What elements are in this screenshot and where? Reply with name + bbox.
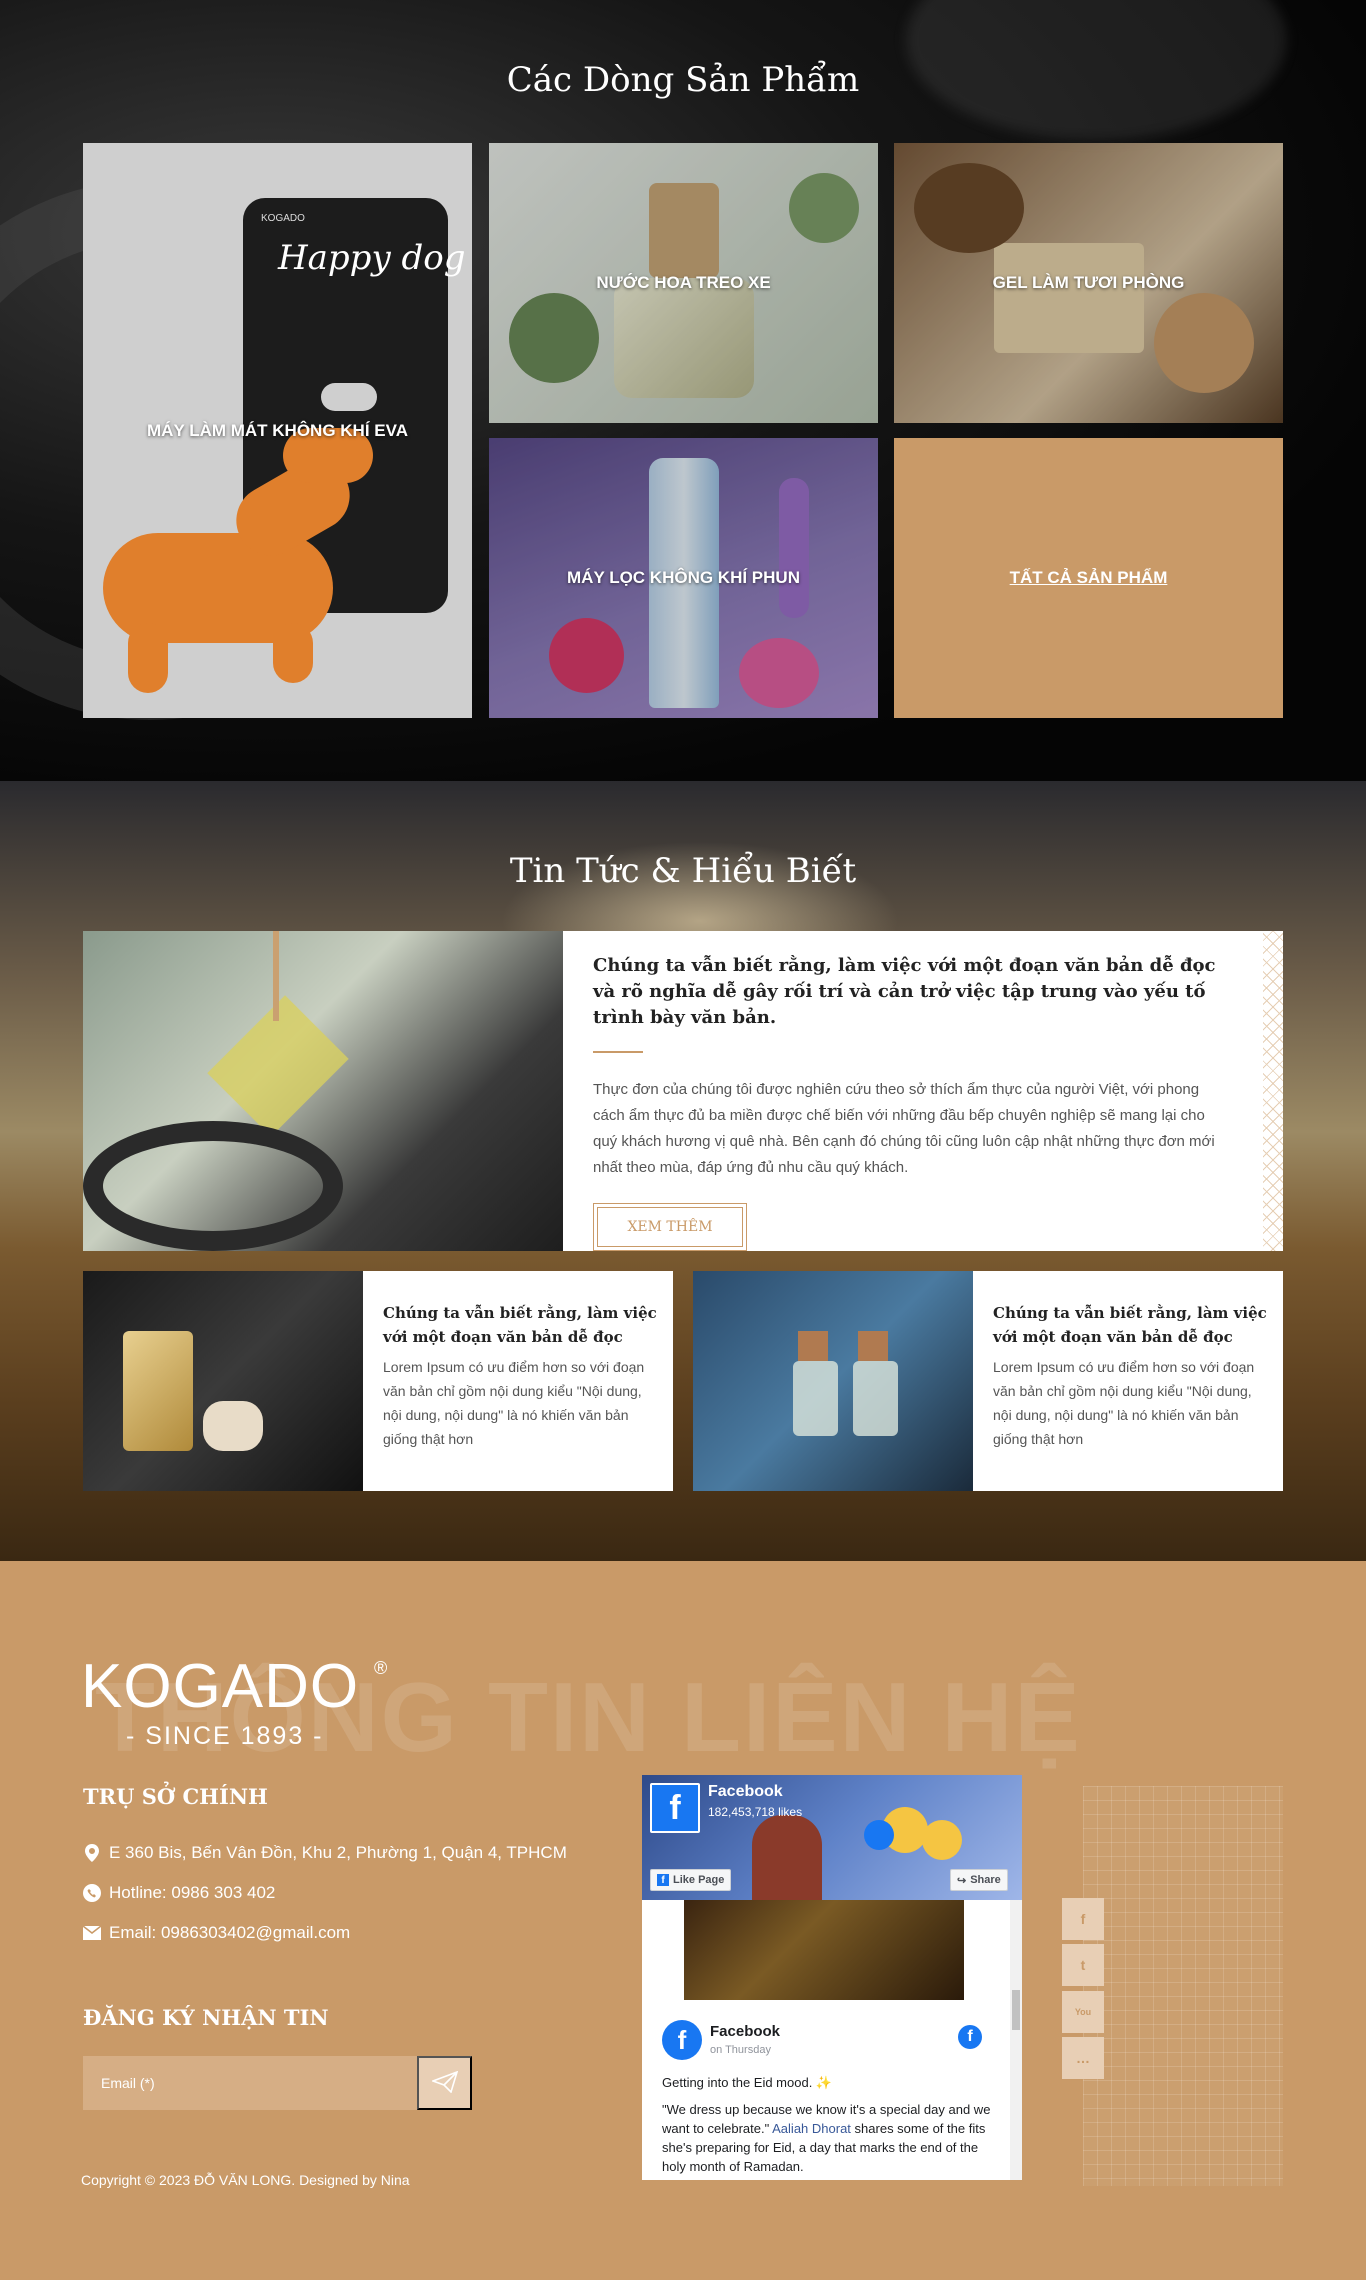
news-card-image[interactable]: [83, 1271, 363, 1491]
facebook-icon[interactable]: f: [1062, 1898, 1104, 1940]
product-tile-car-perfume[interactable]: NƯỚC HOA TREO XE: [489, 143, 878, 423]
brand-logo[interactable]: KOGADO ® - SINCE 1893 -: [81, 1652, 387, 1751]
facebook-post-body: "We dress up because we know it's a spec…: [662, 2102, 991, 2174]
facebook-icon[interactable]: f: [958, 2025, 982, 2049]
decorative-border: [1263, 931, 1283, 1251]
email-row: Email: 0986303402@gmail.com: [83, 1923, 350, 1943]
product-label-eva: MÁY LÀM MÁT KHÔNG KHÍ EVA: [147, 420, 408, 440]
address-text: E 360 Bis, Bến Vân Đồn, Khu 2, Phường 1,…: [109, 1843, 567, 1862]
copyright-text: Copyright © 2023 ĐỖ VĂN LONG. Designed b…: [81, 2172, 410, 2188]
phone-icon: [83, 1884, 101, 1902]
facebook-post-avatar[interactable]: f: [662, 2020, 702, 2060]
facebook-post-link[interactable]: Aaliah Dhorat: [772, 2121, 851, 2136]
address-row: E 360 Bis, Bến Vân Đồn, Khu 2, Phường 1,…: [83, 1843, 567, 1863]
newsletter-email-input[interactable]: Email (*): [83, 2056, 417, 2110]
facebook-scrollbar-thumb[interactable]: [1012, 1990, 1020, 2030]
featured-article-text: Thực đơn của chúng tôi được nghiên cứu t…: [593, 1081, 1215, 1176]
package-title: Happy dog: [278, 238, 466, 278]
facebook-page-name[interactable]: Facebook: [708, 1783, 783, 1801]
logo-since: - SINCE 1893 -: [126, 1722, 324, 1750]
facebook-small-icon: f: [657, 1874, 669, 1886]
read-more-button[interactable]: XEM THÊM: [593, 1203, 747, 1251]
all-products-label: TẤT CẢ SẢN PHẨM: [1009, 568, 1168, 587]
all-products-link[interactable]: TẤT CẢ SẢN PHẨM: [894, 438, 1283, 718]
product-tile-room-gel[interactable]: GEL LÀM TƯƠI PHÒNG: [894, 143, 1283, 423]
featured-article-title[interactable]: Chúng ta vẫn biết rằng, làm việc với một…: [593, 953, 1233, 1031]
product-label-air-spray: MÁY LỌC KHÔNG KHÍ PHUN: [567, 568, 800, 587]
news-card-title[interactable]: Chúng ta vẫn biết rằng, làm việc với một…: [383, 1301, 663, 1349]
facebook-post-media[interactable]: [684, 1900, 964, 2000]
facebook-share-button[interactable]: ↪ Share: [950, 1869, 1008, 1891]
send-icon: [430, 2070, 458, 2096]
chat-icon[interactable]: …: [1062, 2037, 1104, 2079]
mail-icon: [83, 1924, 101, 1942]
decorative-grid: [1083, 1786, 1283, 2186]
news-card: Chúng ta vẫn biết rằng, làm việc với một…: [693, 1271, 1283, 1491]
products-section: Các Dòng Sản Phẩm KOGADO Happy dog MÁY L…: [0, 0, 1366, 781]
hq-title: TRỤ SỞ CHÍNH: [83, 1784, 268, 1809]
youtube-icon[interactable]: You: [1062, 1991, 1104, 2033]
logo-registered: ®: [374, 1658, 388, 1678]
news-card-text: Lorem Ipsum có ưu điểm hơn so với đoạn v…: [993, 1359, 1255, 1447]
facebook-like-page-button[interactable]: f Like Page: [650, 1869, 732, 1891]
facebook-likes: 182,453,718 likes: [708, 1805, 803, 1819]
map-pin-icon: [83, 1844, 101, 1862]
product-tile-air-spray[interactable]: MÁY LỌC KHÔNG KHÍ PHUN: [489, 438, 878, 718]
news-card-image[interactable]: [693, 1271, 973, 1491]
facebook-scrollbar[interactable]: [1010, 1900, 1022, 2180]
news-card-text: Lorem Ipsum có ưu điểm hơn so với đoạn v…: [383, 1359, 645, 1447]
package-brand: KOGADO: [261, 213, 305, 224]
hotline-row: Hotline: 0986 303 402: [83, 1883, 275, 1903]
logo-name: KOGADO: [81, 1652, 360, 1721]
news-card-title[interactable]: Chúng ta vẫn biết rằng, làm việc với một…: [993, 1301, 1273, 1349]
featured-article: Chúng ta vẫn biết rằng, làm việc với một…: [83, 931, 1283, 1251]
facebook-post-line1: Getting into the Eid mood. ✨: [662, 2075, 833, 2090]
products-title: Các Dòng Sản Phẩm: [506, 60, 860, 100]
facebook-page-widget[interactable]: f Facebook 182,453,718 likes f Like Page…: [642, 1775, 1022, 2180]
share-icon: ↪: [957, 1874, 967, 1887]
news-title: Tin Tức & Hiểu Biết: [509, 851, 857, 891]
twitter-icon[interactable]: t: [1062, 1944, 1104, 1986]
news-section: Tin Tức & Hiểu Biết Chúng ta vẫn biết rằ…: [0, 781, 1366, 1561]
product-tile-eva[interactable]: KOGADO Happy dog MÁY LÀM MÁT KHÔNG KHÍ E…: [83, 143, 472, 718]
hotline-text[interactable]: Hotline: 0986 303 402: [109, 1883, 275, 1903]
facebook-logo-icon[interactable]: f: [650, 1783, 700, 1833]
title-divider: [593, 1051, 643, 1053]
featured-article-image[interactable]: [83, 931, 563, 1251]
facebook-post-author[interactable]: Facebook: [710, 2023, 780, 2040]
newsletter-title: ĐĂNG KÝ NHẬN TIN: [83, 2005, 329, 2030]
product-label-room-gel: GEL LÀM TƯƠI PHÒNG: [992, 273, 1185, 292]
newsletter-send-button[interactable]: [417, 2056, 472, 2110]
news-card: Chúng ta vẫn biết rằng, làm việc với một…: [83, 1271, 673, 1491]
footer: THÔNG TIN LIÊN HỆ KOGADO ® - SINCE 1893 …: [0, 1561, 1366, 2280]
facebook-post-time[interactable]: on Thursday: [710, 2044, 771, 2056]
product-label-car-perfume: NƯỚC HOA TREO XE: [596, 273, 771, 292]
email-text[interactable]: Email: 0986303402@gmail.com: [109, 1923, 350, 1943]
